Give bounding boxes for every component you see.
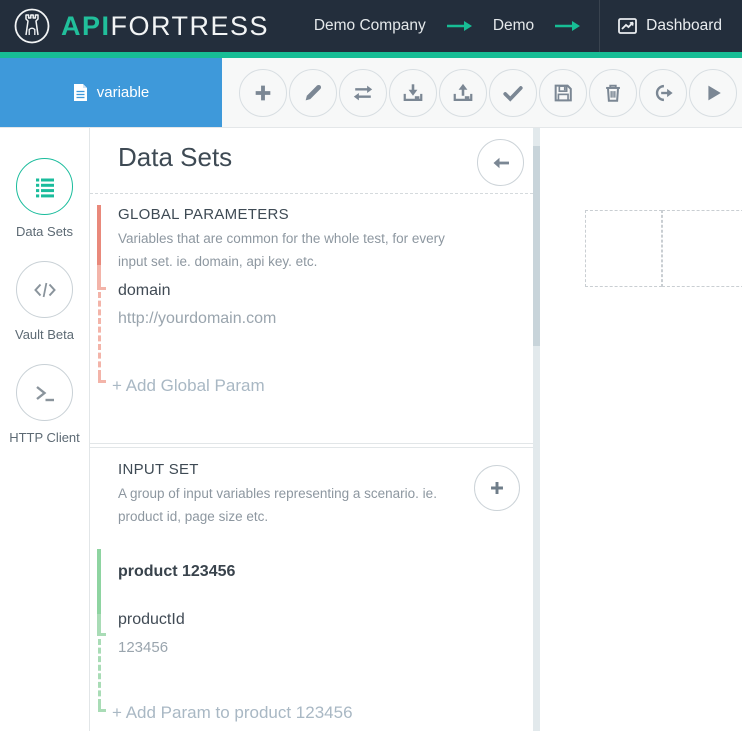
input-set-description: A group of input variables representing … — [118, 483, 456, 528]
brand-prefix: API — [61, 11, 111, 41]
composer-canvas — [540, 128, 742, 731]
page-title: Data Sets — [118, 142, 232, 173]
toolbar-run-button[interactable] — [689, 69, 737, 117]
global-rail-elbow — [97, 284, 106, 290]
tab-toolbar-row: variable — [0, 58, 742, 128]
input-rail-dashed — [98, 639, 101, 705]
global-parameters-section: GLOBAL PARAMETERS Variables that are com… — [90, 194, 533, 444]
toolbar — [222, 58, 737, 127]
global-rail-dashed — [98, 292, 101, 376]
brand[interactable]: APIFORTRESS — [0, 7, 269, 45]
fortress-logo-icon — [13, 7, 51, 45]
dashboard-link[interactable]: Dashboard — [599, 0, 742, 52]
drop-placeholder[interactable] — [662, 210, 742, 287]
input-group-rail — [97, 549, 101, 630]
input-param-value[interactable]: 123456 — [118, 639, 168, 656]
sidebar-item-http-client[interactable]: HTTP Client — [0, 364, 89, 445]
line-chart-icon — [618, 18, 637, 34]
input-set-section: INPUT SET A group of input variables rep… — [90, 447, 533, 731]
toolbar-check-button[interactable] — [489, 69, 537, 117]
input-param-name[interactable]: productId — [118, 611, 185, 629]
save-icon — [552, 82, 574, 104]
brand-wordmark: APIFORTRESS — [61, 11, 269, 42]
trash-icon — [602, 82, 624, 104]
global-param-name[interactable]: domain — [118, 282, 170, 300]
toolbar-export-button[interactable] — [639, 69, 687, 117]
toolbar-transfer-button[interactable] — [339, 69, 387, 117]
add-param-to-set-link[interactable]: + Add Param to product 123456 — [112, 703, 353, 723]
global-param-value[interactable]: http://yourdomain.com — [118, 310, 276, 328]
global-parameters-description: Variables that are common for the whole … — [118, 228, 470, 273]
breadcrumb: Demo Company Demo — [314, 17, 581, 35]
plus-icon — [486, 477, 508, 499]
left-sidebar: Data Sets Vault Beta — [0, 128, 90, 731]
arrow-right-icon — [446, 20, 473, 32]
collapse-panel-button[interactable] — [477, 139, 524, 186]
input-rail-end-elbow — [98, 705, 106, 712]
input-set-heading: INPUT SET — [118, 461, 199, 478]
list-icon — [32, 175, 58, 199]
pencil-icon — [302, 82, 324, 104]
transfer-icon — [351, 82, 375, 104]
scrollbar-thumb[interactable] — [533, 146, 540, 346]
toolbar-edit-button[interactable] — [289, 69, 337, 117]
arrow-left-icon — [489, 151, 513, 175]
global-parameters-heading: GLOBAL PARAMETERS — [118, 206, 289, 223]
breadcrumb-project[interactable]: Demo — [493, 17, 534, 35]
toolbar-upload-button[interactable] — [439, 69, 487, 117]
dashboard-label: Dashboard — [646, 17, 722, 35]
brand-suffix: FORTRESS — [111, 11, 270, 41]
toolbar-delete-button[interactable] — [589, 69, 637, 117]
play-icon — [702, 82, 724, 104]
export-icon — [652, 82, 674, 104]
http-client-circle — [16, 364, 73, 421]
tab-label: variable — [97, 84, 150, 101]
data-sets-panel: Data Sets GLOBAL PARAMETERS Variables th… — [90, 128, 533, 731]
arrow-right-icon — [554, 20, 581, 32]
check-icon — [502, 82, 524, 104]
download-icon — [402, 82, 424, 104]
breadcrumb-company[interactable]: Demo Company — [314, 17, 426, 35]
toolbar-download-button[interactable] — [389, 69, 437, 117]
plus-icon — [252, 82, 274, 104]
panel-header: Data Sets — [90, 128, 533, 194]
vault-circle — [16, 261, 73, 318]
add-global-param-link[interactable]: + Add Global Param — [112, 376, 265, 396]
terminal-icon — [32, 381, 58, 405]
toolbar-save-button[interactable] — [539, 69, 587, 117]
add-input-set-button[interactable] — [474, 465, 520, 511]
panel-scrollbar[interactable] — [533, 128, 540, 731]
global-rail-end-elbow — [98, 376, 106, 383]
upload-icon — [452, 82, 474, 104]
sidebar-item-vault[interactable]: Vault Beta — [0, 261, 89, 342]
input-rail-elbow — [97, 630, 106, 636]
tab-variable[interactable]: variable — [0, 58, 222, 127]
sidebar-label-data-sets: Data Sets — [16, 224, 73, 239]
toolbar-add-button[interactable] — [239, 69, 287, 117]
sidebar-label-http-client: HTTP Client — [9, 430, 80, 445]
content-area: Data Sets Vault Beta — [0, 128, 742, 731]
document-icon — [73, 83, 88, 102]
drop-placeholder[interactable] — [585, 210, 662, 287]
sidebar-label-vault: Vault Beta — [15, 327, 74, 342]
input-set-name[interactable]: product 123456 — [118, 563, 235, 581]
code-icon — [32, 278, 58, 302]
data-sets-circle — [16, 158, 73, 215]
sidebar-item-data-sets[interactable]: Data Sets — [0, 158, 89, 239]
global-group-rail — [97, 205, 101, 284]
top-bar: APIFORTRESS Demo Company Demo Dashboard — [0, 0, 742, 52]
